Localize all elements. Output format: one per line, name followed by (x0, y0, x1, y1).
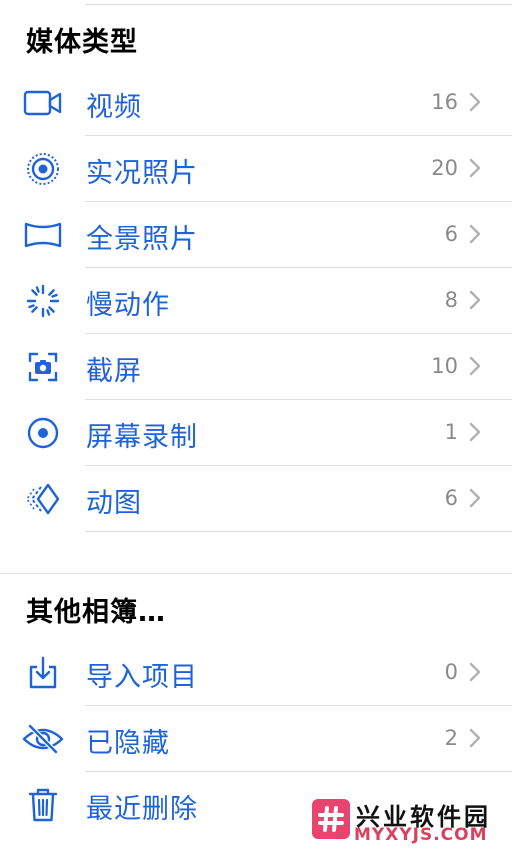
slow-motion-icon (22, 281, 64, 321)
chevron-right-icon (469, 224, 481, 244)
watermark: 兴业软件园 MYXYJS.COM (310, 795, 512, 855)
album-label: 动图 (86, 488, 142, 519)
chevron-right-icon (469, 356, 481, 376)
album-count: 0 (444, 660, 458, 684)
album-label: 已隐藏 (86, 728, 170, 759)
album-row-hidden[interactable]: 已隐藏 2 (0, 706, 512, 772)
album-count: 16 (431, 90, 458, 114)
chevron-right-icon (469, 158, 481, 178)
import-icon (22, 653, 64, 693)
album-count: 2 (444, 726, 458, 750)
album-row-screen-recordings[interactable]: 屏幕录制 1 (0, 400, 512, 466)
album-label: 视频 (86, 92, 142, 123)
album-row-panoramas[interactable]: 全景照片 6 (0, 202, 512, 268)
album-label: 导入项目 (86, 662, 198, 693)
screenshot-icon (22, 347, 64, 387)
album-label: 全景照片 (86, 224, 198, 255)
watermark-logo-icon (312, 799, 350, 839)
album-label: 截屏 (86, 356, 142, 387)
album-count: 1 (444, 420, 458, 444)
album-count: 6 (444, 486, 458, 510)
live-photo-icon (22, 149, 64, 189)
video-icon (22, 83, 64, 123)
album-row-live-photos[interactable]: 实况照片 20 (0, 136, 512, 202)
animated-icon (22, 479, 64, 519)
watermark-url: MYXYJS.COM (354, 825, 488, 845)
section-title-media-types: 媒体类型 (26, 27, 138, 58)
row-separator (85, 531, 512, 532)
album-count: 20 (431, 156, 458, 180)
top-separator (85, 4, 512, 5)
album-label: 屏幕录制 (86, 422, 198, 453)
chevron-right-icon (469, 662, 481, 682)
album-row-slow-motion[interactable]: 慢动作 8 (0, 268, 512, 334)
chevron-right-icon (469, 92, 481, 112)
album-label: 最近删除 (86, 794, 198, 825)
panorama-icon (22, 215, 64, 255)
album-row-screenshots[interactable]: 截屏 10 (0, 334, 512, 400)
section-title-other-albums: 其他相簿… (26, 597, 166, 628)
screen-recording-icon (22, 413, 64, 453)
album-count: 6 (444, 222, 458, 246)
section-separator (0, 573, 512, 574)
album-count: 10 (431, 354, 458, 378)
album-label: 实况照片 (86, 158, 198, 189)
chevron-right-icon (469, 728, 481, 748)
chevron-right-icon (469, 488, 481, 508)
album-row-videos[interactable]: 视频 16 (0, 70, 512, 136)
chevron-right-icon (469, 422, 481, 442)
trash-icon (22, 785, 64, 825)
chevron-right-icon (469, 290, 481, 310)
album-count: 8 (444, 288, 458, 312)
album-label: 慢动作 (86, 290, 170, 321)
album-row-animated[interactable]: 动图 6 (0, 466, 512, 532)
album-row-imports[interactable]: 导入项目 0 (0, 640, 512, 706)
hidden-eye-icon (22, 719, 64, 759)
